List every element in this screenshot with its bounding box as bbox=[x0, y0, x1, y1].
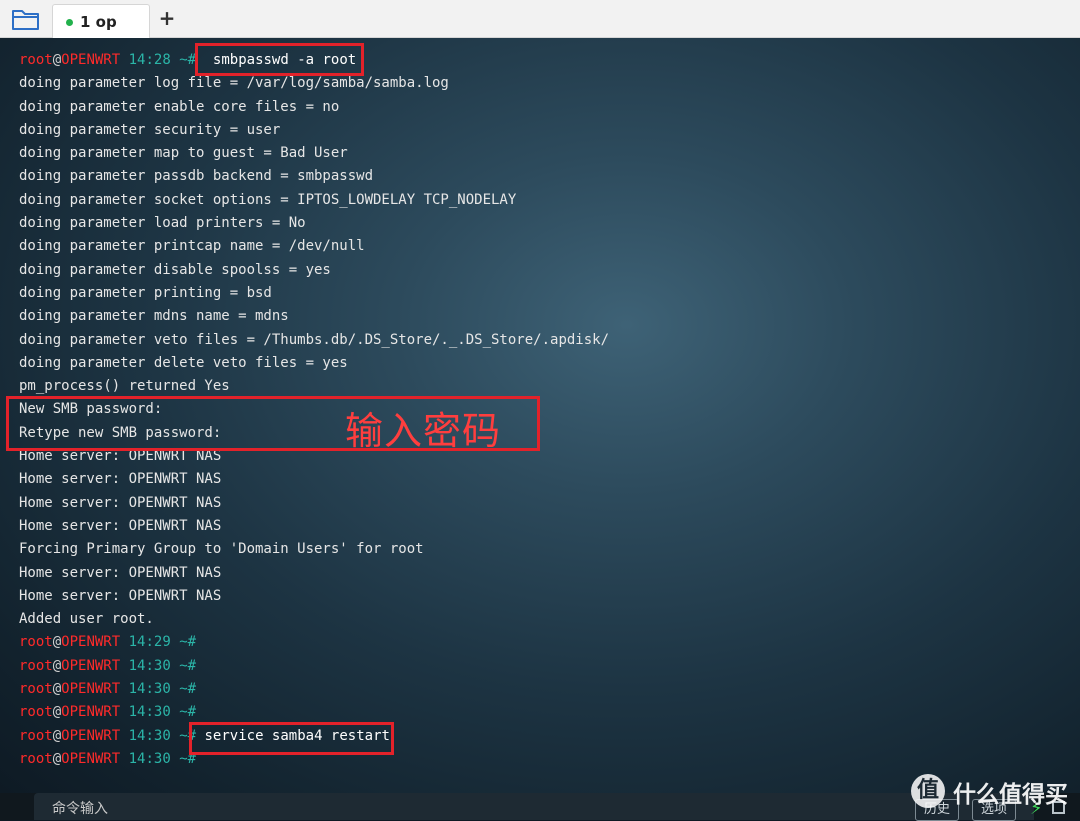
connected-status-icon bbox=[66, 19, 73, 26]
prompt-host: OPENWRT bbox=[61, 52, 121, 68]
watermark-logo: 值 bbox=[911, 774, 945, 808]
prompt-at: @ bbox=[52, 657, 62, 674]
prompt-host: OPENWRT bbox=[61, 750, 121, 767]
prompt-user: root bbox=[19, 657, 53, 674]
prompt-user: root bbox=[19, 727, 53, 744]
prompt-time: 14:30 bbox=[128, 727, 171, 744]
folder-icon[interactable] bbox=[10, 6, 42, 32]
output-line: Home server: OPENWRT NAS bbox=[19, 587, 222, 604]
output-line: Home server: OPENWRT NAS bbox=[19, 564, 222, 581]
prompt-time: 14:30 bbox=[128, 657, 171, 674]
watermark-text: 什么值得买 bbox=[953, 782, 1068, 808]
prompt-at: @ bbox=[52, 681, 62, 698]
prompt-at: @ bbox=[52, 634, 62, 651]
output-line: doing parameter passdb backend = smbpass… bbox=[19, 168, 374, 185]
prompt-at: @ bbox=[52, 727, 62, 744]
output-line: doing parameter printcap name = /dev/nul… bbox=[19, 238, 365, 255]
prompt-host: OPENWRT bbox=[61, 657, 121, 674]
prompt-host: OPENWRT bbox=[61, 727, 121, 744]
terminal-window[interactable]: root@OPENWRT 14:28 ~# smbpasswd -a root d… bbox=[0, 38, 1080, 793]
new-tab-button[interactable]: + bbox=[157, 7, 177, 29]
tab-session-1[interactable]: 1 op bbox=[52, 4, 150, 38]
prompt-line: root@OPENWRT 14:30 ~# bbox=[19, 678, 609, 701]
output-line: Forcing Primary Group to 'Domain Users' … bbox=[19, 541, 424, 558]
output-line: Added user root. bbox=[19, 611, 154, 628]
output-line: doing parameter load printers = No bbox=[19, 215, 306, 232]
command-highlight-samba-restart bbox=[189, 722, 394, 755]
annotation-label: 输入密码 bbox=[345, 409, 502, 453]
prompt-host: OPENWRT bbox=[61, 681, 121, 698]
prompt-path: ~# bbox=[179, 634, 197, 651]
output-line: doing parameter delete veto files = yes bbox=[19, 354, 348, 371]
output-line: Home server: OPENWRT NAS bbox=[19, 494, 222, 511]
prompt-user: root bbox=[19, 634, 53, 651]
prompt-time: 14:30 bbox=[128, 750, 171, 767]
prompt-user: root bbox=[19, 52, 53, 68]
command-input-field[interactable]: 命令输入 bbox=[34, 793, 1034, 820]
prompt-at: @ bbox=[52, 52, 62, 68]
tab-label: 1 op bbox=[80, 13, 117, 31]
prompt-user: root bbox=[19, 681, 53, 698]
watermark: 值 什么值得买 bbox=[905, 770, 1080, 820]
prompt-line: root@OPENWRT 14:29 ~# bbox=[19, 631, 609, 654]
command-highlight-smbpasswd bbox=[195, 43, 364, 76]
output-line: doing parameter socket options = IPTOS_L… bbox=[19, 191, 517, 208]
prompt-time: 14:29 bbox=[128, 634, 171, 651]
output-line: doing parameter map to guest = Bad User bbox=[19, 145, 348, 162]
output-line: doing parameter printing = bsd bbox=[19, 284, 272, 301]
prompt-host: OPENWRT bbox=[61, 634, 121, 651]
prompt-at: @ bbox=[52, 704, 62, 721]
tab-bar: 1 op + bbox=[0, 0, 1080, 38]
output-line: Home server: OPENWRT NAS bbox=[19, 471, 222, 488]
prompt-time: 14:28 bbox=[128, 52, 171, 68]
prompt-host: OPENWRT bbox=[61, 704, 121, 721]
output-line: doing parameter mdns name = mdns bbox=[19, 308, 289, 325]
prompt-path: ~# bbox=[179, 681, 197, 698]
prompt-time: 14:30 bbox=[128, 704, 171, 721]
output-line: Home server: OPENWRT NAS bbox=[19, 517, 222, 534]
output-line: pm_process() returned Yes bbox=[19, 378, 230, 395]
prompt-path: ~# bbox=[179, 657, 197, 674]
output-line: doing parameter enable core files = no bbox=[19, 98, 340, 115]
prompt-at: @ bbox=[52, 750, 62, 767]
output-line: doing parameter security = user bbox=[19, 121, 281, 138]
prompt-path: ~# bbox=[179, 704, 197, 721]
prompt-user: root bbox=[19, 704, 53, 721]
command-input-label: 命令输入 bbox=[52, 801, 108, 817]
prompt-user: root bbox=[19, 750, 53, 767]
prompt-path: ~# bbox=[179, 52, 197, 68]
prompt-line: root@OPENWRT 14:30 ~# bbox=[19, 655, 609, 678]
output-line: doing parameter disable spoolss = yes bbox=[19, 261, 331, 278]
output-line: doing parameter veto files = /Thumbs.db/… bbox=[19, 331, 610, 348]
prompt-time: 14:30 bbox=[128, 681, 171, 698]
